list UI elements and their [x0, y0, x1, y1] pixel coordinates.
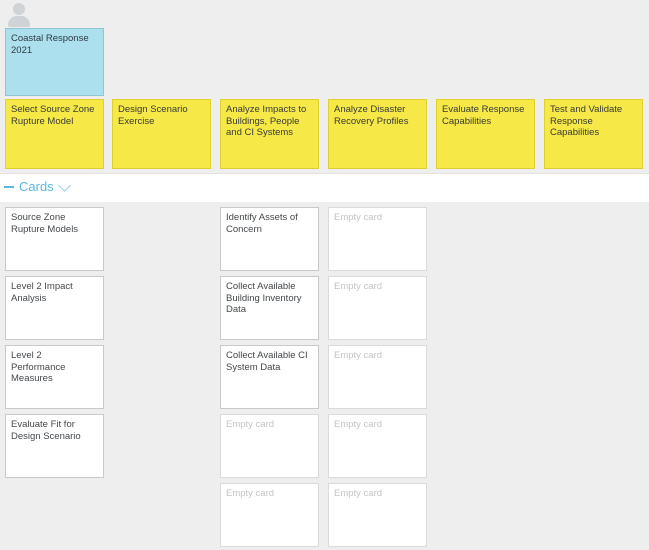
empty-card[interactable]: Empty card	[328, 483, 427, 547]
empty-card-placeholder: Empty card	[334, 281, 383, 292]
avatar-body	[8, 16, 30, 27]
card[interactable]: Source Zone Rupture Models	[5, 207, 104, 271]
phase-node[interactable]: Analyze Disaster Recovery Profiles	[328, 99, 427, 169]
empty-card-placeholder: Empty card	[334, 350, 383, 361]
card-label: Level 2 Performance Measures	[11, 350, 66, 384]
phase-node[interactable]: Design Scenario Exercise	[112, 99, 211, 169]
phase-node-label: Analyze Impacts to Buildings, People and…	[226, 104, 307, 138]
empty-card-placeholder: Empty card	[334, 488, 383, 499]
cards-section: Cards Source Zone Rupture Models Level 2 …	[0, 173, 649, 550]
phase-node[interactable]: Evaluate Response Capabilities	[436, 99, 535, 169]
phase-node-label: Analyze Disaster Recovery Profiles	[334, 104, 409, 127]
empty-card-placeholder: Empty card	[334, 419, 383, 430]
card-label: Identify Assets of Concern	[226, 212, 298, 235]
card-label: Collect Available Building Inventory Dat…	[226, 281, 302, 315]
card-label: Collect Available CI System Data	[226, 350, 308, 373]
phase-node-label: Select Source Zone Rupture Model	[11, 104, 95, 127]
cards-section-title: Cards	[19, 179, 54, 194]
empty-card[interactable]: Empty card	[220, 483, 319, 547]
app-root: Coastal Response 2021 Select Source Zone…	[0, 0, 649, 550]
phase-node[interactable]: Test and Validate Response Capabilities	[544, 99, 643, 169]
card-label: Evaluate Fit for Design Scenario	[11, 419, 81, 442]
card-label: Level 2 Impact Analysis	[11, 281, 73, 304]
phase-row: Select Source Zone Rupture Model Design S…	[0, 99, 649, 169]
cards-grid: Source Zone Rupture Models Level 2 Impact…	[0, 202, 649, 550]
empty-card[interactable]: Empty card	[328, 414, 427, 478]
empty-card-placeholder: Empty card	[226, 488, 275, 499]
empty-card-placeholder: Empty card	[226, 419, 275, 430]
cards-header-bar: Cards	[0, 173, 649, 203]
empty-card[interactable]: Empty card	[328, 207, 427, 271]
phase-node-label: Design Scenario Exercise	[118, 104, 188, 127]
card[interactable]: Level 2 Performance Measures	[5, 345, 104, 409]
empty-card[interactable]: Empty card	[328, 345, 427, 409]
user-avatar-icon	[7, 2, 31, 27]
card[interactable]: Collect Available Building Inventory Dat…	[220, 276, 319, 340]
card[interactable]: Evaluate Fit for Design Scenario	[5, 414, 104, 478]
card-label: Source Zone Rupture Models	[11, 212, 79, 235]
avatar-head	[13, 3, 25, 15]
phase-node-label: Evaluate Response Capabilities	[442, 104, 525, 127]
board-top-canvas: Coastal Response 2021 Select Source Zone…	[0, 0, 649, 173]
card[interactable]: Collect Available CI System Data	[220, 345, 319, 409]
empty-card-placeholder: Empty card	[334, 212, 383, 223]
cards-section-toggle[interactable]: Cards	[4, 179, 71, 194]
chevron-down-icon[interactable]	[57, 179, 71, 192]
phase-node-label: Test and Validate Response Capabilities	[550, 104, 623, 138]
empty-card[interactable]: Empty card	[220, 414, 319, 478]
card[interactable]: Identify Assets of Concern	[220, 207, 319, 271]
phase-node[interactable]: Analyze Impacts to Buildings, People and…	[220, 99, 319, 169]
goal-node[interactable]: Coastal Response 2021	[5, 28, 104, 96]
empty-card[interactable]: Empty card	[328, 276, 427, 340]
card[interactable]: Level 2 Impact Analysis	[5, 276, 104, 340]
goal-node-label: Coastal Response 2021	[11, 33, 89, 56]
minus-icon[interactable]	[4, 185, 14, 188]
phase-node[interactable]: Select Source Zone Rupture Model	[5, 99, 104, 169]
